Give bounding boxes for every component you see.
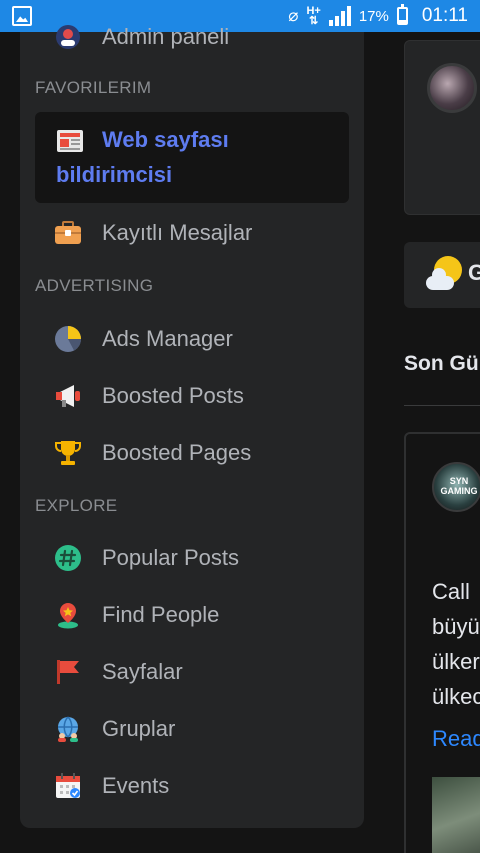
- weather-card[interactable]: G: [404, 242, 480, 308]
- main-feed: G Son Gü SYN GAMING Call büyü ülker ülke…: [364, 32, 480, 853]
- battery-icon: [396, 4, 408, 25]
- section-favorites: FAVORILERIM: [35, 78, 152, 97]
- battery-percent: 17%: [358, 7, 389, 25]
- section-advertising: ADVERTISING: [35, 276, 154, 295]
- avatar[interactable]: [427, 63, 477, 113]
- globe-group-icon: [54, 715, 82, 743]
- sidebar-item-label: Popular Posts: [102, 545, 239, 570]
- trophy-icon: [54, 439, 82, 467]
- sidebar-item-saved-messages[interactable]: Kayıtlı Mesajlar: [34, 208, 350, 258]
- sidebar-item-events[interactable]: Events: [34, 761, 350, 811]
- weather-icon: [426, 256, 462, 292]
- post-card: SYN GAMING Call büyü ülker ülkec Read: [404, 432, 480, 853]
- calendar-icon: [54, 772, 82, 800]
- post-avatar[interactable]: SYN GAMING: [432, 462, 480, 512]
- section-explore: EXPLORE: [35, 496, 118, 515]
- person-pin-icon: [54, 601, 82, 629]
- sidebar-item-boosted-posts[interactable]: Boosted Posts: [34, 371, 350, 421]
- flag-icon: [54, 658, 82, 686]
- avatar-text: SYN GAMING: [440, 476, 478, 496]
- sidebar-item-label: Kayıtlı Mesajlar: [102, 220, 253, 245]
- gallery-notification-icon: [12, 6, 32, 26]
- read-more-link[interactable]: Read: [432, 726, 480, 752]
- sidebar-item-find-people[interactable]: Find People: [34, 590, 350, 640]
- sidebar-item-label: Boosted Posts: [102, 383, 244, 408]
- sidebar-item-label-line1: Web sayfası: [102, 127, 229, 152]
- sidebar-item-web-notifier[interactable]: Web sayfası bildirimcisi: [35, 112, 349, 203]
- clock: 01:11: [421, 5, 468, 26]
- sidebar-item-label: Admin paneli: [102, 24, 230, 49]
- newspaper-icon: [56, 129, 84, 153]
- pie-chart-icon: [54, 325, 82, 353]
- briefcase-icon: [54, 219, 82, 247]
- sidebar-item-label: Gruplar: [102, 716, 176, 741]
- profile-card: [404, 40, 480, 215]
- sidebar-item-ads-manager[interactable]: Ads Manager: [34, 314, 350, 364]
- megaphone-icon: [54, 382, 82, 410]
- sidebar-item-label-line2: bildirimcisi: [56, 162, 173, 187]
- sidebar-item-groups[interactable]: Gruplar: [34, 704, 350, 754]
- section-heading: Son Gü: [404, 352, 479, 375]
- sidebar-item-label: Events: [102, 773, 170, 798]
- sidebar-item-popular-posts[interactable]: Popular Posts: [34, 533, 350, 583]
- sidebar-item-label: Boosted Pages: [102, 440, 252, 465]
- sidebar: Admin paneli FAVORILERIM Web sayfası bil…: [20, 24, 364, 828]
- admin-icon: [54, 23, 82, 51]
- sidebar-item-boosted-pages[interactable]: Boosted Pages: [34, 428, 350, 478]
- sidebar-item-label: Ads Manager: [102, 326, 233, 351]
- sidebar-item-label: Find People: [102, 602, 220, 627]
- sidebar-item-admin-panel[interactable]: Admin paneli: [34, 12, 350, 62]
- sidebar-item-label: Sayfalar: [102, 659, 183, 684]
- sidebar-item-pages[interactable]: Sayfalar: [34, 647, 350, 697]
- hashtag-icon: [54, 544, 82, 572]
- post-image[interactable]: [432, 777, 480, 853]
- divider: [404, 405, 480, 406]
- post-text: Call büyü ülker ülkec: [432, 579, 480, 709]
- weather-text: G: [468, 260, 480, 285]
